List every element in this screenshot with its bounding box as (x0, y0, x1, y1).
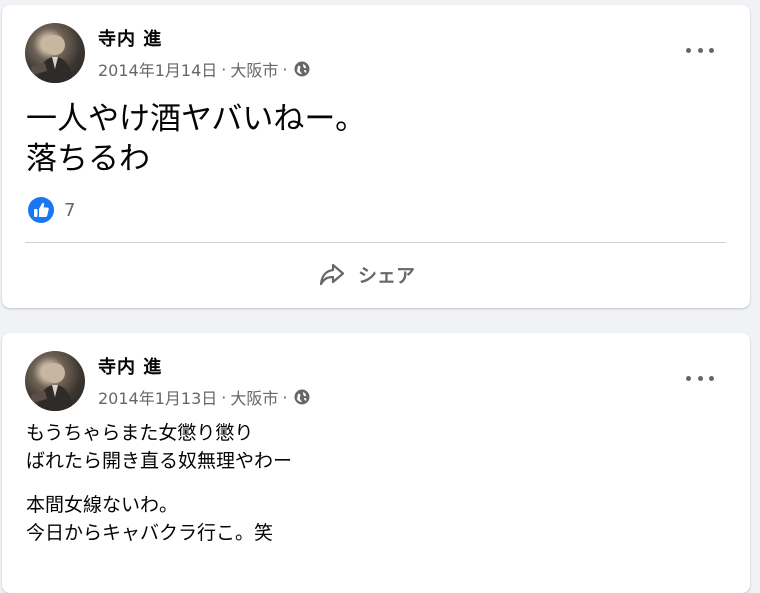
reactions-summary[interactable]: 7 (28, 197, 75, 223)
post-meta: 2014年1月14日 · 大阪市 · (98, 57, 310, 81)
post-date[interactable]: 2014年1月13日 (98, 385, 217, 409)
post-location[interactable]: 大阪市 (230, 385, 278, 409)
post-text-line: 今日からキャバクラ行こ。笑 (26, 522, 274, 544)
like-count: 7 (64, 199, 76, 221)
author-name[interactable]: 寺内 進 (98, 353, 162, 379)
post-paragraph: 本間女線ないわ。 今日からキャバクラ行こ。笑 (26, 491, 273, 547)
meta-separator: · (221, 59, 227, 79)
more-options-icon[interactable] (686, 369, 714, 387)
globe-icon (294, 61, 310, 77)
post-text-line: 一人やけ酒ヤバいねー。 (26, 101, 367, 137)
avatar-photo (31, 363, 73, 411)
post-location[interactable]: 大阪市 (230, 57, 278, 81)
share-arrow-icon (318, 260, 346, 288)
post-paragraph: もうちゃらまた女懲り懲り ばれたら開き直る奴無理やわー (26, 419, 292, 475)
avatar[interactable] (25, 23, 85, 83)
share-button[interactable]: シェア (318, 257, 415, 291)
post-date[interactable]: 2014年1月14日 (98, 57, 217, 81)
avatar[interactable] (25, 351, 85, 411)
post-meta: 2014年1月13日 · 大阪市 · (98, 385, 310, 409)
like-thumb-icon (28, 197, 54, 223)
post-card: 寺内 進 2014年1月13日 · 大阪市 · もうちゃらまた女懲り懲り ばれた… (2, 333, 750, 593)
post-text-line: 本間女線ないわ。 (26, 494, 179, 516)
post-card: 寺内 進 2014年1月14日 · 大阪市 · 一人やけ酒ヤバいねー。 落ちるわ… (2, 5, 750, 308)
globe-icon (294, 389, 310, 405)
meta-separator: · (282, 59, 288, 79)
post-text-line: 落ちるわ (26, 141, 150, 177)
post-text-line: もうちゃらまた女懲り懲り (26, 422, 254, 444)
share-label: シェア (358, 264, 416, 287)
meta-separator: · (221, 387, 227, 407)
more-options-icon[interactable] (686, 41, 714, 59)
avatar-photo (31, 35, 73, 83)
author-name[interactable]: 寺内 進 (98, 25, 162, 51)
divider (25, 242, 726, 243)
post-text: 一人やけ酒ヤバいねー。 落ちるわ (26, 99, 366, 179)
post-text-line: ばれたら開き直る奴無理やわー (26, 450, 293, 472)
meta-separator: · (282, 387, 288, 407)
